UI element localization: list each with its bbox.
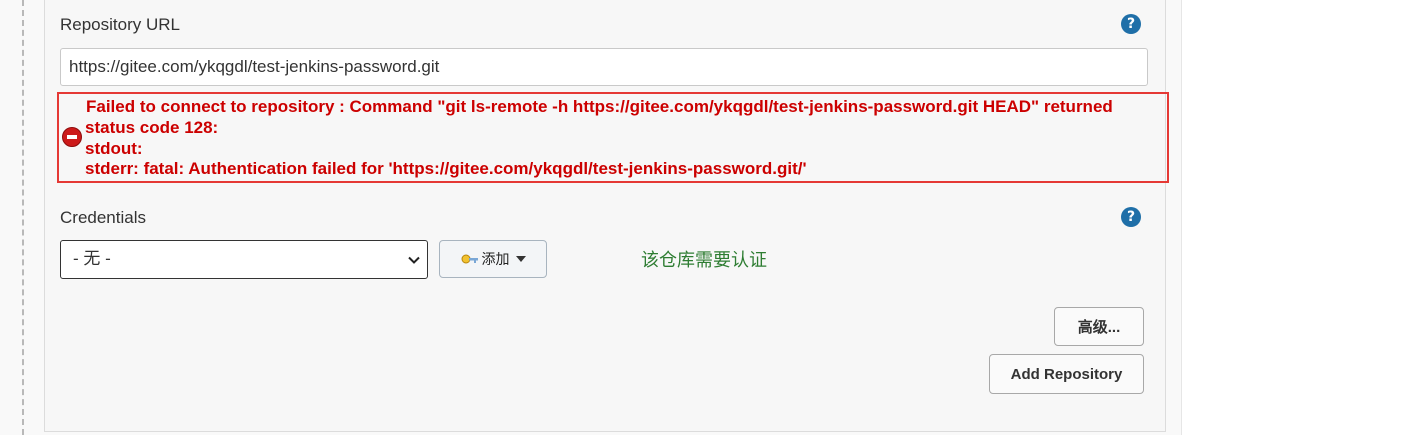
help-icon[interactable]: ? (1121, 207, 1141, 227)
credentials-label: Credentials (60, 208, 146, 227)
section-dashed-rail (22, 0, 24, 435)
add-credentials-label: 添加 (481, 251, 510, 267)
add-credentials-button[interactable]: 添加 (439, 240, 547, 278)
caret-down-icon (515, 256, 526, 262)
error-line-2: status code 128: (85, 118, 219, 137)
help-icon[interactable]: ? (1121, 14, 1141, 34)
advanced-button[interactable]: 高级... (1054, 307, 1144, 346)
error-message-box: Failed to connect to repository : Comman… (57, 92, 1169, 183)
repository-url-label: Repository URL (60, 15, 180, 34)
error-line-3: stdout: (85, 139, 143, 158)
repository-url-input[interactable] (60, 48, 1148, 86)
chevron-down-icon (408, 256, 420, 264)
error-line-4: stderr: fatal: Authentication failed for… (85, 159, 807, 178)
credentials-selected-value: - 无 - (73, 249, 111, 268)
credentials-select[interactable]: - 无 - (60, 240, 428, 279)
auth-required-note: 该仓库需要认证 (641, 250, 767, 270)
error-line-1: Failed to connect to repository : Comman… (86, 97, 1113, 116)
add-repository-button[interactable]: Add Repository (989, 354, 1144, 394)
key-icon (461, 254, 478, 264)
error-circle-icon (62, 127, 82, 147)
